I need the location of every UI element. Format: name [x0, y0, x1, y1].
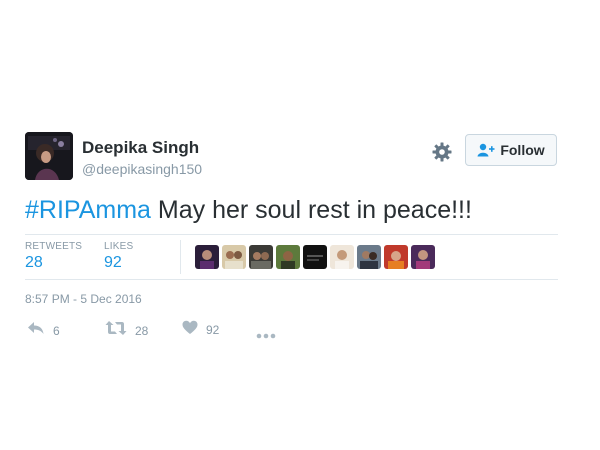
- gear-icon[interactable]: [431, 141, 453, 163]
- follow-person-icon: [477, 143, 495, 157]
- retweet-icon: [105, 320, 127, 341]
- liker-avatar[interactable]: [330, 245, 354, 269]
- more-button[interactable]: [256, 326, 276, 344]
- heart-icon: [182, 320, 198, 340]
- tweet-body: May her soul rest in peace!!!: [150, 196, 472, 224]
- follow-label: Follow: [500, 142, 545, 158]
- like-button[interactable]: 92: [182, 320, 219, 340]
- tweet-text: #RIPAmma May her soul rest in peace!!!: [25, 196, 472, 225]
- liker-avatar[interactable]: [303, 245, 327, 269]
- divider-bottom: [25, 279, 558, 280]
- author-name[interactable]: Deepika Singh: [82, 138, 199, 158]
- liker-avatar[interactable]: [222, 245, 246, 269]
- reply-button[interactable]: 6: [27, 320, 60, 341]
- hashtag-link[interactable]: #RIPAmma: [25, 196, 151, 224]
- tweet-timestamp[interactable]: 8:57 PM - 5 Dec 2016: [25, 292, 142, 306]
- liked-by-avatars: [195, 245, 435, 269]
- author-avatar[interactable]: [25, 132, 73, 180]
- retweets-label: RETWEETS: [25, 241, 83, 252]
- follow-button[interactable]: Follow: [465, 134, 557, 166]
- more-icon: [256, 326, 276, 344]
- tweet-card: Deepika Singh @deepikasingh150 Follow #R…: [25, 0, 558, 450]
- stats-separator: [180, 240, 181, 274]
- liker-avatar[interactable]: [276, 245, 300, 269]
- liker-avatar[interactable]: [357, 245, 381, 269]
- likes-count[interactable]: 92: [104, 254, 122, 272]
- liker-avatar[interactable]: [249, 245, 273, 269]
- retweet-count: 28: [135, 323, 149, 338]
- liker-avatar[interactable]: [384, 245, 408, 269]
- retweets-count[interactable]: 28: [25, 254, 43, 272]
- liker-avatar[interactable]: [195, 245, 219, 269]
- liker-avatar[interactable]: [411, 245, 435, 269]
- like-count: 92: [206, 323, 220, 337]
- reply-count: 6: [53, 323, 60, 338]
- likes-label: LIKES: [104, 241, 134, 252]
- retweet-button[interactable]: 28: [105, 320, 148, 341]
- reply-icon: [27, 320, 45, 341]
- author-handle[interactable]: @deepikasingh150: [82, 161, 202, 177]
- divider-top: [25, 234, 558, 235]
